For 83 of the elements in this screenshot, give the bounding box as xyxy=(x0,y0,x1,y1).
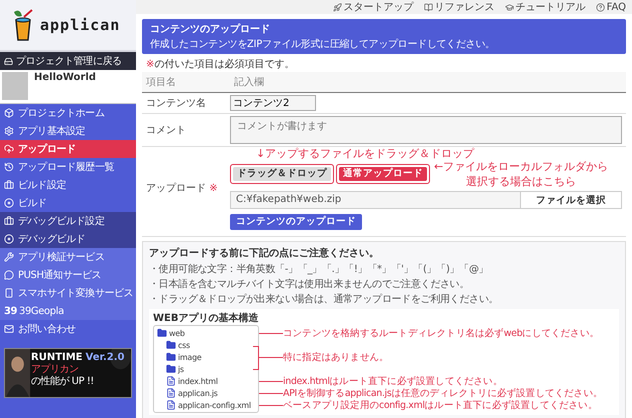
upload-mode-button[interactable]: ドラッグ＆ドロップ xyxy=(233,167,331,181)
structure-title: WEBアプリの基本構造 xyxy=(153,311,260,325)
sidebar-item[interactable]: アプリ検証サービス xyxy=(0,248,136,266)
disc-icon xyxy=(4,198,14,208)
sidebar-item[interactable]: デバッグビルド xyxy=(0,230,136,248)
top-link[interactable]: スタートアップ xyxy=(332,0,414,14)
note-text: ベースアプリ設定用のconfig.xmlはルート直下に必ず設置してください。 xyxy=(283,398,598,412)
annotation-text: ←ファイルをローカルフォルダから xyxy=(434,159,608,174)
briefcase-icon xyxy=(4,180,14,190)
banner-title: RUNTIME xyxy=(31,352,83,363)
smartphone-icon xyxy=(4,288,14,298)
back-button[interactable]: プロジェクト管理に戻る xyxy=(0,50,136,70)
upload-button[interactable]: コンテンツのアップロード xyxy=(230,214,362,230)
sidebar-item[interactable]: スマホサイト変換サービス xyxy=(0,284,136,302)
sidebar-item[interactable]: アップロード xyxy=(0,140,136,158)
logo-text: applican xyxy=(40,16,120,34)
top-link[interactable]: チュートリアル xyxy=(504,0,586,14)
top-link[interactable]: FAQ xyxy=(596,2,626,12)
annotation-text: 選択する場合はこちら xyxy=(466,174,576,189)
bracket-line xyxy=(253,346,259,370)
note-line: ・使用可能な文字：半角英数「-」「_」「.」「!」「*」「'」「(」「)」「@」 xyxy=(149,262,490,276)
cube-icon xyxy=(4,108,14,118)
field-label: コンテンツ名 xyxy=(145,97,207,110)
tree-item: index.html xyxy=(178,376,218,386)
page-title: コンテンツのアップロード xyxy=(150,22,271,36)
file-icon xyxy=(166,388,176,398)
annotation-text: ↓アップするファイルをドラッグ＆ドロップ xyxy=(256,146,474,161)
tree-item: applican.js xyxy=(178,388,218,398)
tree-item: css xyxy=(178,340,190,350)
help-icon xyxy=(596,2,605,12)
banner-subtitle: の性能が UP !! xyxy=(31,376,94,387)
column-header: 項目名 xyxy=(145,76,177,89)
graduation-cap-icon xyxy=(504,2,514,12)
leader-line xyxy=(259,392,283,394)
disc-icon xyxy=(4,234,14,244)
comment-field[interactable]: コメントが書けます xyxy=(230,116,622,144)
drive-icon xyxy=(4,56,13,66)
project-name: HelloWorld xyxy=(34,72,96,85)
sidebar-item[interactable]: 39 39Geopla xyxy=(0,302,136,320)
sidebar-item[interactable]: デバッグビルド設定 xyxy=(0,212,136,230)
tree-item: applican-config.xml xyxy=(178,400,251,410)
tree-item: image xyxy=(178,352,202,362)
wrench-icon xyxy=(4,252,14,262)
note-text: 特に指定はありません。 xyxy=(283,350,389,364)
folder-icon xyxy=(166,352,176,362)
mail-icon xyxy=(4,324,14,334)
note-line: ・日本語を含むマルチバイト文字は使用出来ませんのでご注意ください。 xyxy=(149,278,470,291)
required-note: ※の付いた項目は必須項目です。 xyxy=(146,58,296,71)
field-label: コメント xyxy=(145,124,187,137)
file-icon xyxy=(166,376,176,386)
note-text: APIを制御するapplican.jsは任意のディレクトリに必ず設置してください。 xyxy=(283,386,602,400)
briefcase-icon xyxy=(4,216,14,226)
chat-icon xyxy=(4,270,14,280)
tree-item: web xyxy=(169,328,185,338)
banner-version: Ver.2.0 xyxy=(86,352,125,363)
note-text: コンテンツを格納するルートディレクトリ名は必ずwebにしてください。 xyxy=(283,326,600,340)
file-icon xyxy=(166,400,176,410)
sidebar-item[interactable]: PUSH通知サービス xyxy=(0,266,136,284)
runtime-banner[interactable]: RUNTIME Ver.2.0 アプリカン の性能が UP !! xyxy=(4,348,132,398)
note-text: index.htmlはルート直下に必ず設置してください。 xyxy=(283,374,502,388)
banner-highlight: アプリカン xyxy=(31,364,78,375)
rocket-icon xyxy=(332,2,342,12)
column-header: 記入欄 xyxy=(233,76,265,89)
leader-line xyxy=(259,380,283,382)
tree-item: js xyxy=(178,364,184,374)
settings-icon xyxy=(4,126,14,136)
note-line: ・ドラッグ＆ドロップが出来ない場合は、通常アップロードをご利用ください。 xyxy=(149,292,500,306)
history-icon xyxy=(4,162,14,172)
content-name-field[interactable]: コンテンツ2 xyxy=(230,95,316,111)
folder-icon xyxy=(166,364,176,374)
cloud-upload-icon xyxy=(4,144,14,154)
leader-line xyxy=(259,332,283,334)
leader-line xyxy=(259,356,283,358)
leader-line xyxy=(259,404,283,406)
folder-icon xyxy=(166,340,176,350)
top-link[interactable]: リファレンス xyxy=(424,0,495,14)
book-icon xyxy=(424,2,433,12)
notes-title: アップロードする前に下記の点にご注意ください。 xyxy=(149,246,380,260)
folder-icon xyxy=(157,328,167,338)
field-label: アップロード ※ xyxy=(145,182,219,195)
page-description: 作成したコンテンツをZIPファイル形式に圧縮してアップロードしてください。 xyxy=(150,38,496,51)
upload-mode-button[interactable]: 通常アップロード xyxy=(339,167,427,181)
number-icon: 39 xyxy=(4,306,15,316)
